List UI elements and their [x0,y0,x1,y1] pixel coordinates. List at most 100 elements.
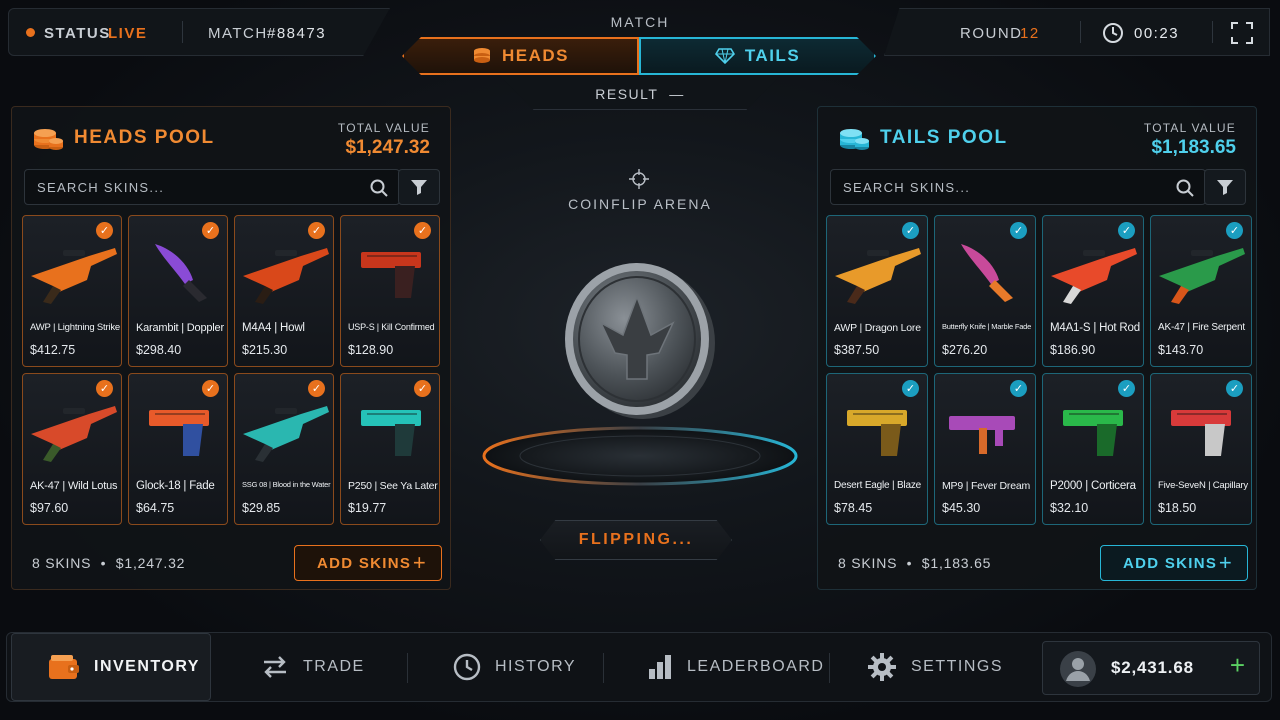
bar-chart-icon [649,655,671,679]
balance-panel: $2,431.68 + [1042,641,1260,695]
skin-grid: ✓ AWP | Dragon Lore $387.50 ✓ Butterfly Knif… [826,215,1252,525]
search-bar [24,169,400,205]
heads-side-button[interactable]: HEADS [402,37,639,75]
skin-name: P250 | See Ya Later [348,480,438,492]
swap-icon [264,656,286,678]
nav-history[interactable]: HISTORY [453,633,576,701]
search-input[interactable] [831,170,1161,204]
skin-card[interactable]: ✓ USP-S | Kill Confirmed $128.90 [340,215,440,367]
skin-card[interactable]: ✓ P2000 | Corticera $32.10 [1042,373,1144,525]
skin-price: $45.30 [942,501,981,515]
nav-settings[interactable]: SETTINGS [867,633,1003,701]
tails-pool-title: TAILS POOL [880,127,1008,148]
skin-name: MP9 | Fever Dream [942,480,1031,492]
match-label: MATCH [208,25,268,42]
rifle-image [243,248,329,304]
plus-icon: + [412,550,427,575]
plus-icon: + [1218,550,1233,575]
clock-icon [453,653,481,681]
skin-card[interactable]: ✓ Butterfly Knife | Marble Fade $276.20 [934,215,1036,367]
smg-image [949,416,1015,454]
gear-icon [868,653,896,681]
skin-price: $32.10 [1050,501,1089,515]
search-icon[interactable] [1175,178,1195,198]
center-match-label: MATCH [610,14,670,30]
arena-title: COINFLIP ARENA [568,196,712,212]
divider [407,653,408,683]
skin-count: 8 SKINS [838,555,898,571]
add-skins-button[interactable]: ADD SKINS + [294,545,442,581]
nav-trade[interactable]: TRADE [261,633,365,701]
skin-price: $128.90 [348,343,394,357]
flip-status: FLIPPING... [578,531,694,548]
skin-card[interactable]: ✓ M4A1-S | Hot Rod $186.90 [1042,215,1144,367]
filter-icon [1217,180,1233,195]
heads-pool-panel: HEADS POOL TOTAL VALUE $1,247.32 ✓AWP | … [11,106,451,590]
skin-card[interactable]: ✓ SSG 08 | Blood in the Water $29.85 [234,373,334,525]
clock-icon [1103,23,1123,43]
diamond-icon [714,48,735,64]
skin-card[interactable]: ✓ Glock-18 | Fade $64.75 [128,373,228,525]
filter-button[interactable] [398,169,440,205]
skin-name: Karambit | Doppler [136,322,224,334]
skin-price: $29.85 [242,501,281,515]
skin-name: USP-S | Kill Confirmed [348,322,435,332]
skin-card[interactable]: ✓ MP9 | Fever Dream $45.30 [934,373,1036,525]
skin-price: $186.90 [1050,343,1096,357]
total-value-label: TOTAL VALUE [337,121,430,135]
divider [1080,21,1081,43]
filter-button[interactable] [1204,169,1246,205]
nav-label: LEADERBOARD [687,658,825,675]
add-skins-button[interactable]: ADD SKINS + [1100,545,1248,581]
pool-summary: 8 SKINS • $1,247.32 [32,555,186,571]
tails-side-button[interactable]: TAILS [639,37,876,75]
filter-icon [411,180,427,195]
divider [182,21,183,43]
skin-card[interactable]: ✓ AK-47 | Wild Lotus $97.60 [22,373,122,525]
knife-image [155,244,207,302]
coins-stack-icon [840,129,869,150]
result-readout: RESULT — [560,86,720,102]
add-funds-button[interactable]: + [1230,650,1245,681]
fullscreen-icon[interactable] [1230,21,1254,45]
skin-card[interactable]: ✓ AWP | Lightning Strike $412.75 [22,215,122,367]
skin-grid: ✓ AWP | Lightning Strike $412.75 ✓ Karambit … [22,215,446,525]
search-input[interactable] [25,170,355,204]
pool-summary: 8 SKINS • $1,183.65 [838,555,992,571]
skin-name: Five-SeveN | Capillary [1158,480,1248,491]
tails-label: TAILS [744,46,801,65]
search-icon[interactable] [369,178,389,198]
round-value: 12 [1020,25,1040,42]
rifle-image [243,406,329,462]
nav-leaderboard[interactable]: LEADERBOARD [647,633,824,701]
add-skins-label: ADD SKINS [317,554,412,572]
pistol-image [361,410,421,456]
nav-label: HISTORY [495,658,577,675]
skin-price: $18.50 [1158,501,1197,515]
pistol-image [1063,410,1123,456]
skin-card[interactable]: ✓ Karambit | Doppler $298.40 [128,215,228,367]
skin-card[interactable]: ✓ M4A4 | Howl $215.30 [234,215,334,367]
live-dot [26,28,35,37]
divider [1212,21,1213,43]
coin [565,263,715,419]
skin-card[interactable]: ✓ AWP | Dragon Lore $387.50 [826,215,928,367]
tails-pool-panel: TAILS POOL TOTAL VALUE $1,183.65 ✓AWP | … [817,106,1257,590]
skin-card[interactable]: ✓ AK-47 | Fire Serpent $143.70 [1150,215,1252,367]
skin-card[interactable]: ✓ Desert Eagle | Blaze $78.45 [826,373,928,525]
skin-name: M4A1-S | Hot Rod [1050,322,1140,334]
avatar[interactable] [1059,650,1097,688]
divider [603,653,604,683]
rifle-image [31,406,117,462]
pool-value: $1,183.65 [921,555,992,571]
total-value: $1,183.65 [1151,137,1236,158]
heads-pool-title: HEADS POOL [74,127,215,148]
nav-inventory[interactable]: INVENTORY [11,633,211,701]
result-label: RESULT [595,86,659,102]
skin-price: $215.30 [242,343,288,357]
balance-amount: $2,431.68 [1111,658,1194,677]
heads-label: HEADS [501,46,569,65]
skin-card[interactable]: ✓ P250 | See Ya Later $19.77 [340,373,440,525]
skin-name: P2000 | Corticera [1050,480,1136,492]
skin-card[interactable]: ✓ Five-SeveN | Capillary $18.50 [1150,373,1252,525]
